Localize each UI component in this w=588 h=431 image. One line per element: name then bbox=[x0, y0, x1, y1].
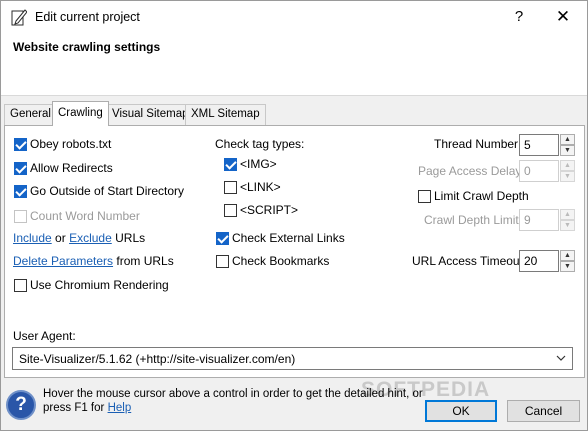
spin-down-icon[interactable]: ▼ bbox=[560, 171, 575, 182]
help-link[interactable]: Help bbox=[108, 402, 132, 414]
spin-up-icon[interactable]: ▲ bbox=[560, 134, 575, 145]
user-agent-label: User Agent: bbox=[13, 329, 76, 343]
window-title: Edit current project bbox=[35, 10, 140, 24]
thread-number-input[interactable]: 5 bbox=[519, 134, 559, 156]
urls-text: URLs bbox=[115, 231, 146, 245]
hint-text-prefix: press F1 for bbox=[43, 402, 105, 414]
include-link[interactable]: Include bbox=[13, 231, 52, 245]
link-tag-label[interactable]: <LINK> bbox=[240, 180, 281, 194]
header-title: Website crawling settings bbox=[13, 40, 161, 54]
bookmarks-label[interactable]: Check Bookmarks bbox=[232, 254, 329, 268]
tab-general[interactable]: General bbox=[4, 104, 57, 125]
url-timeout-spinner[interactable]: ▲ ▼ bbox=[560, 250, 575, 272]
spin-up-icon[interactable]: ▲ bbox=[560, 209, 575, 220]
dialog-header: Website crawling settings bbox=[1, 33, 587, 96]
include-exclude-row: Include or Exclude URLs bbox=[13, 231, 145, 245]
from-urls-text: from URLs bbox=[116, 254, 174, 268]
go-outside-label[interactable]: Go Outside of Start Directory bbox=[30, 184, 184, 198]
edit-pencil-icon bbox=[11, 9, 27, 26]
limit-crawl-depth-label[interactable]: Limit Crawl Depth bbox=[434, 189, 529, 203]
page-access-delay-value: 0 bbox=[524, 164, 531, 178]
link-tag-checkbox[interactable] bbox=[224, 181, 237, 194]
allow-redirects-checkbox[interactable] bbox=[14, 162, 27, 175]
count-words-label: Count Word Number bbox=[30, 209, 140, 223]
user-agent-value: Site-Visualizer/5.1.62 (+http://site-vis… bbox=[19, 352, 296, 366]
close-button[interactable]: ✕ bbox=[548, 5, 578, 29]
title-bar: Edit current project ? ✕ bbox=[1, 1, 587, 33]
chevron-down-icon[interactable] bbox=[556, 351, 566, 365]
crawl-depth-limit-spinner[interactable]: ▲ ▼ bbox=[560, 209, 575, 231]
delete-params-row: Delete Parameters from URLs bbox=[13, 254, 174, 268]
spin-down-icon[interactable]: ▼ bbox=[560, 145, 575, 156]
crawl-depth-limit-label: Crawl Depth Limit: bbox=[424, 213, 523, 227]
thread-number-spinner[interactable]: ▲ ▼ bbox=[560, 134, 575, 156]
crawl-depth-limit-value: 9 bbox=[524, 213, 531, 227]
thread-number-label: Thread Number: bbox=[434, 137, 522, 151]
edit-project-dialog: Edit current project ? ✕ Website crawlin… bbox=[0, 0, 588, 431]
allow-redirects-label[interactable]: Allow Redirects bbox=[30, 161, 113, 175]
obey-robots-checkbox[interactable] bbox=[14, 138, 27, 151]
spin-down-icon[interactable]: ▼ bbox=[560, 261, 575, 272]
external-links-checkbox[interactable] bbox=[216, 232, 229, 245]
bookmarks-checkbox[interactable] bbox=[216, 255, 229, 268]
tag-types-heading: Check tag types: bbox=[215, 137, 305, 151]
cancel-button[interactable]: Cancel bbox=[507, 400, 580, 422]
obey-robots-label[interactable]: Obey robots.txt bbox=[30, 137, 111, 151]
exclude-link[interactable]: Exclude bbox=[69, 231, 112, 245]
external-links-label[interactable]: Check External Links bbox=[232, 231, 345, 245]
img-tag-checkbox[interactable] bbox=[224, 158, 237, 171]
spin-up-icon[interactable]: ▲ bbox=[560, 160, 575, 171]
hint-text-line2: press F1 for Help bbox=[43, 402, 131, 414]
spin-up-icon[interactable]: ▲ bbox=[560, 250, 575, 261]
spin-down-icon[interactable]: ▼ bbox=[560, 220, 575, 231]
img-tag-label[interactable]: <IMG> bbox=[240, 157, 277, 171]
script-tag-checkbox[interactable] bbox=[224, 204, 237, 217]
script-tag-label[interactable]: <SCRIPT> bbox=[240, 203, 298, 217]
crawl-depth-limit-input[interactable]: 9 bbox=[519, 209, 559, 231]
delete-parameters-link[interactable]: Delete Parameters bbox=[13, 254, 113, 268]
url-timeout-value: 20 bbox=[524, 254, 538, 268]
chromium-checkbox[interactable] bbox=[14, 279, 27, 292]
page-access-delay-label: Page Access Delay: bbox=[418, 164, 525, 178]
hint-text-line1: Hover the mouse cursor above a control i… bbox=[43, 388, 423, 400]
help-button[interactable]: ? bbox=[506, 5, 532, 29]
go-outside-checkbox[interactable] bbox=[14, 185, 27, 198]
thread-number-value: 5 bbox=[524, 138, 531, 152]
tab-crawling[interactable]: Crawling bbox=[52, 101, 109, 126]
page-access-delay-input[interactable]: 0 bbox=[519, 160, 559, 182]
help-hint-icon: ? bbox=[6, 390, 36, 420]
tab-visual-sitemap[interactable]: Visual Sitemap bbox=[106, 104, 195, 125]
count-words-checkbox[interactable] bbox=[14, 210, 27, 223]
limit-crawl-depth-checkbox[interactable] bbox=[418, 190, 431, 203]
url-timeout-input[interactable]: 20 bbox=[519, 250, 559, 272]
tab-xml-sitemap[interactable]: XML Sitemap bbox=[185, 104, 266, 125]
page-access-delay-spinner[interactable]: ▲ ▼ bbox=[560, 160, 575, 182]
url-timeout-label: URL Access Timeout: bbox=[412, 254, 527, 268]
or-text: or bbox=[55, 231, 66, 245]
chromium-label[interactable]: Use Chromium Rendering bbox=[30, 278, 169, 292]
user-agent-combobox[interactable]: Site-Visualizer/5.1.62 (+http://site-vis… bbox=[12, 347, 573, 370]
ok-button[interactable]: OK bbox=[425, 400, 497, 422]
